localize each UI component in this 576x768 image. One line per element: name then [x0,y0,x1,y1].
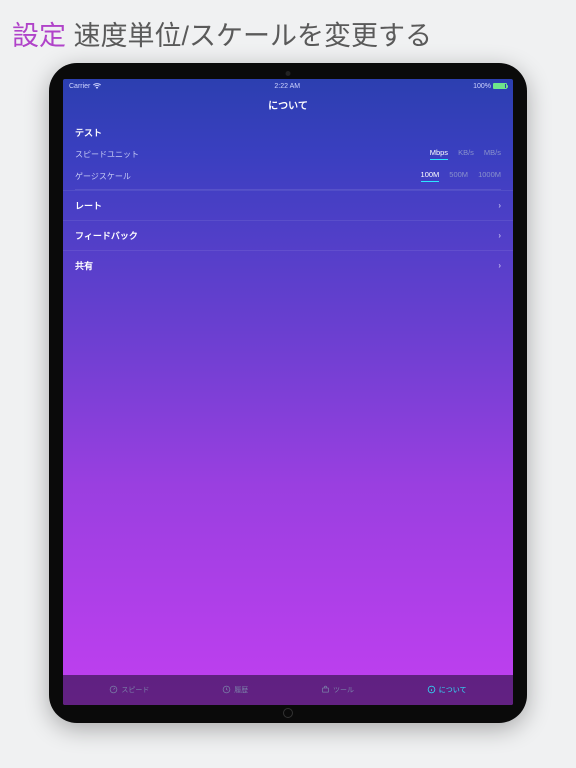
info-icon [427,685,436,696]
wifi-icon [93,83,101,89]
toolbox-icon [321,685,330,696]
tab-speed-label: スピード [121,685,149,695]
gauge-scale-segment[interactable]: 100M 500M 1000M [421,170,501,182]
speed-unit-label: スピードユニット [75,149,139,160]
battery-percent: 100% [473,83,491,90]
tab-history[interactable]: 履歴 [222,685,248,696]
link-feedback[interactable]: フィードバック › [63,220,513,250]
tab-about-label: について [439,685,467,695]
tab-tools[interactable]: ツール [321,685,354,696]
home-button[interactable] [283,708,293,718]
gauge-scale-opt-0[interactable]: 100M [421,170,440,182]
headline-rest: 速度単位/スケールを変更する [66,21,432,51]
link-share-label: 共有 [75,259,93,272]
tab-speed[interactable]: スピード [109,685,149,696]
section-test: テスト スピードユニット Mbps KB/s MB/s ゲージスケール 100M… [63,120,513,190]
gauge-scale-opt-1[interactable]: 500M [449,170,468,182]
carrier-label: Carrier [69,83,90,90]
link-feedback-label: フィードバック [75,229,138,242]
tab-tools-label: ツール [333,685,354,695]
page-title: について [63,93,513,120]
row-gauge-scale: ゲージスケール 100M 500M 1000M [75,165,501,187]
clock-icon [222,685,231,696]
tab-history-label: 履歴 [234,685,248,695]
link-rate[interactable]: レート › [63,190,513,220]
headline: 設定 速度単位/スケールを変更する [0,0,576,63]
speed-unit-opt-1[interactable]: KB/s [458,148,474,160]
speed-unit-opt-2[interactable]: MB/s [484,148,501,160]
chevron-right-icon: › [498,231,501,240]
speed-unit-segment[interactable]: Mbps KB/s MB/s [430,148,501,160]
row-speed-unit: スピードユニット Mbps KB/s MB/s [75,143,501,165]
battery-icon [493,83,507,89]
tab-about[interactable]: について [427,685,467,696]
headline-accent: 設定 [12,21,66,51]
tablet-frame: Carrier 2:22 AM 100% について テスト スピードユニット M… [49,63,527,723]
speed-unit-opt-0[interactable]: Mbps [430,148,448,160]
gauge-scale-opt-2[interactable]: 1000M [478,170,501,182]
status-time: 2:22 AM [101,83,473,90]
camera-dot [286,71,291,76]
screen: Carrier 2:22 AM 100% について テスト スピードユニット M… [63,79,513,705]
gauge-scale-label: ゲージスケール [75,171,131,182]
status-bar: Carrier 2:22 AM 100% [63,79,513,93]
gauge-icon [109,685,118,696]
section-header-test: テスト [75,120,501,143]
content-fill [63,280,513,675]
chevron-right-icon: › [498,201,501,210]
link-share[interactable]: 共有 › [63,250,513,280]
tabbar: スピード 履歴 ツール について [63,675,513,705]
chevron-right-icon: › [498,261,501,270]
link-rate-label: レート [75,199,102,212]
